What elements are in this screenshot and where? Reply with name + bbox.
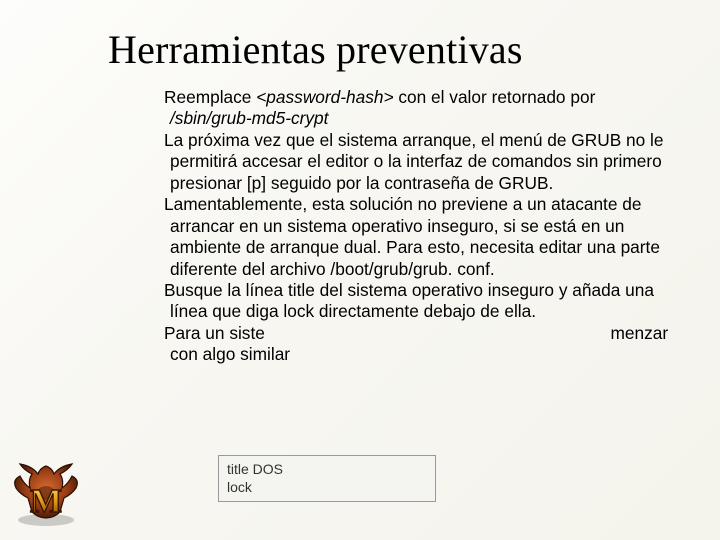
code-line-1: title DOS (227, 460, 427, 478)
p1-text-a: Reemplace (164, 87, 256, 107)
paragraph-2: La próxima vez que el sistema arranque, … (164, 130, 672, 194)
paragraph-4: Busque la línea title del sistema operat… (164, 280, 672, 323)
logo-svg: M (10, 458, 82, 528)
p5-text-a: Para un siste (164, 323, 265, 343)
paragraph-5: Para un sistexxxxxxxxxxxxxxxxxxxxxxxxxxx… (164, 323, 672, 366)
paragraph-1: Reemplace <password-hash> con el valor r… (164, 87, 672, 130)
p1-emph-2: /sbin/grub-md5-crypt (170, 108, 328, 128)
paragraph-3: Lamentablemente, esta solución no previe… (164, 194, 672, 280)
corner-logo: M (10, 458, 82, 528)
code-box: title DOS lock (218, 455, 436, 502)
slide: Herramientas preventivas Reemplace <pass… (0, 0, 720, 540)
code-line-2: lock (227, 478, 427, 496)
logo-letter: M (30, 483, 62, 520)
slide-title: Herramientas preventivas (108, 26, 672, 73)
p1-emph-1: <password-hash> (256, 87, 393, 107)
slide-body: Reemplace <password-hash> con el valor r… (164, 87, 672, 366)
p1-text-b: con el valor retornado por (394, 87, 596, 107)
